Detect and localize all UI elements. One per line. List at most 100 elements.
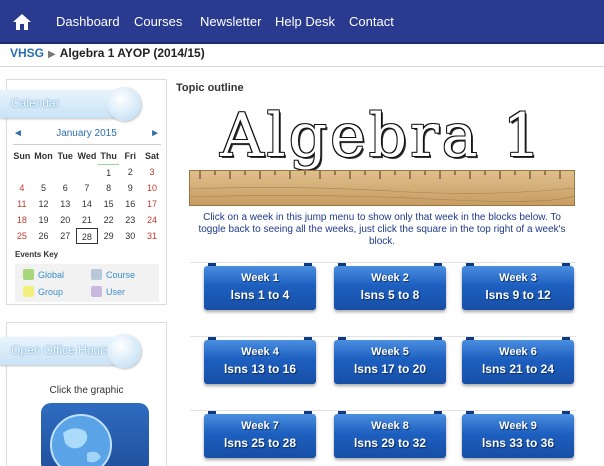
calendar-block-header: Calendar [0,87,141,121]
calendar-week-row: 25 26 27 28 29 30 31 [11,228,163,244]
week-9-button[interactable]: Week 9 lsns 33 to 36 [462,411,574,458]
topic-outline-title: Topic outline [176,82,244,94]
events-key-global[interactable]: Global [23,269,64,280]
week-5-button[interactable]: Week 5 lsns 17 to 20 [334,337,446,384]
ruler-graphic [189,170,575,206]
week-3-button[interactable]: Week 3 lsns 9 to 12 [462,263,574,310]
calendar-day[interactable]: 31 [141,228,163,244]
events-key-course[interactable]: Course [91,269,135,280]
events-key-user[interactable]: User [91,286,125,297]
calendar-day[interactable]: 27 [54,228,76,244]
nav-help-desk[interactable]: Help Desk [275,14,335,29]
office-hours-caption: Click the graphic [49,385,124,396]
calendar-weekday-row: Sun Mon Tue Wed Thu Fri Sat [11,148,163,164]
calendar-day[interactable]: 6 [54,180,76,196]
week-lessons: lsns 25 to 28 [223,436,297,450]
week-4-button[interactable]: Week 4 lsns 13 to 16 [204,337,316,384]
weekday-label: Thu [100,151,117,161]
week-lessons: lsns 29 to 32 [353,436,427,450]
calendar-grid: Sun Mon Tue Wed Thu Fri Sat 1 2 3 4 5 6 7 8 9 10 1… [11,148,163,244]
home-button[interactable] [8,8,36,36]
week-6-button[interactable]: Week 6 lsns 21 to 24 [462,337,574,384]
calendar-day[interactable]: 29 [98,228,120,244]
calendar-prev-month-icon[interactable]: ◄ [13,128,23,139]
calendar-day[interactable]: 3 [141,164,163,180]
nav-dashboard[interactable]: Dashboard [56,14,120,29]
weekday-label: Tue [57,151,73,161]
calendar-day[interactable]: 17 [141,196,163,212]
week-label: Week 1 [241,272,279,284]
calendar-block-title: Calendar [11,96,60,110]
nav-contact[interactable]: Contact [349,14,394,29]
calendar-day[interactable]: 1 [97,164,120,180]
week-8-button[interactable]: Week 8 lsns 29 to 32 [334,411,446,458]
breadcrumb-root-link[interactable]: VHSG [10,46,44,60]
calendar-day[interactable]: 30 [119,228,141,244]
calendar-week-row: 123 [11,164,163,180]
calendar-empty-day [54,164,76,180]
office-hours-block-header: Open Office Hours [0,334,141,368]
office-hours-graphic[interactable] [41,403,149,466]
calendar-day[interactable]: 21 [76,212,98,228]
calendar-day[interactable]: 13 [54,196,76,212]
events-key-group[interactable]: Group [23,286,63,297]
week-label: Week 5 [371,346,409,358]
calendar-empty-day [11,164,33,180]
calendar-day[interactable]: 5 [33,180,55,196]
calendar-day[interactable]: 22 [98,212,120,228]
week-lessons: lsns 1 to 4 [230,288,290,302]
block-tab-knob-icon [107,334,141,368]
calendar-day[interactable]: 25 [11,228,33,244]
week-1-button[interactable]: Week 1 lsns 1 to 4 [204,263,316,310]
calendar-day[interactable]: 10 [141,180,163,196]
calendar-divider [13,144,161,145]
calendar-day[interactable]: 11 [11,196,33,212]
calendar-day[interactable]: 24 [141,212,163,228]
calendar-day[interactable]: 15 [98,196,120,212]
calendar-day[interactable]: 23 [119,212,141,228]
weekday-label: Sun [13,151,31,161]
week-label: Week 4 [241,346,279,358]
week-2-button[interactable]: Week 2 lsns 5 to 8 [334,263,446,310]
calendar-day[interactable]: 14 [76,196,98,212]
events-key-course-label: Course [106,269,136,280]
breadcrumb-divider [0,66,604,67]
week-7-button[interactable]: Week 7 lsns 25 to 28 [204,411,316,458]
calendar-day[interactable]: 20 [54,212,76,228]
weekday-label: Fri [124,151,137,161]
calendar-next-month-icon[interactable]: ► [150,128,160,139]
top-navigation-bar: Dashboard Courses Newsletter Help Desk C… [0,0,604,44]
calendar-day[interactable]: 19 [33,212,55,228]
nav-courses[interactable]: Courses [134,14,182,29]
user-event-icon [91,286,102,297]
nav-newsletter[interactable]: Newsletter [200,14,261,29]
calendar-week-row: 4 5 6 7 8 9 10 [11,180,163,196]
calendar-day[interactable]: 18 [11,212,33,228]
office-hours-block: Open Office Hours Click the graphic [0,322,167,466]
globe-icon [50,414,112,466]
week-lessons: lsns 21 to 24 [481,362,555,376]
calendar-empty-day [33,164,55,180]
calendar-day[interactable]: 28 [76,228,98,244]
events-key-box: Global Course Group User [15,264,159,302]
calendar-day[interactable]: 16 [119,196,141,212]
week-row-divider [190,336,576,337]
course-event-icon [91,269,102,280]
weekday-label: Sat [144,151,159,161]
weekday-label: Mon [34,151,53,161]
calendar-day[interactable]: 7 [76,180,98,196]
calendar-empty-day [76,164,98,180]
calendar-day[interactable]: 2 [119,164,141,180]
week-row-divider [190,262,576,263]
week-lessons: lsns 9 to 12 [485,288,551,302]
algebra-banner: Algebra 1 [189,98,575,206]
week-lessons: lsns 13 to 16 [223,362,297,376]
calendar-day[interactable]: 8 [98,180,120,196]
calendar-day[interactable]: 4 [11,180,33,196]
jump-menu-instructions: Click on a week in this jump menu to sho… [198,212,566,247]
calendar-month-label[interactable]: January 2015 [7,128,166,139]
calendar-day[interactable]: 12 [33,196,55,212]
week-label: Week 2 [371,272,409,284]
calendar-day[interactable]: 9 [119,180,141,196]
calendar-day[interactable]: 26 [33,228,55,244]
